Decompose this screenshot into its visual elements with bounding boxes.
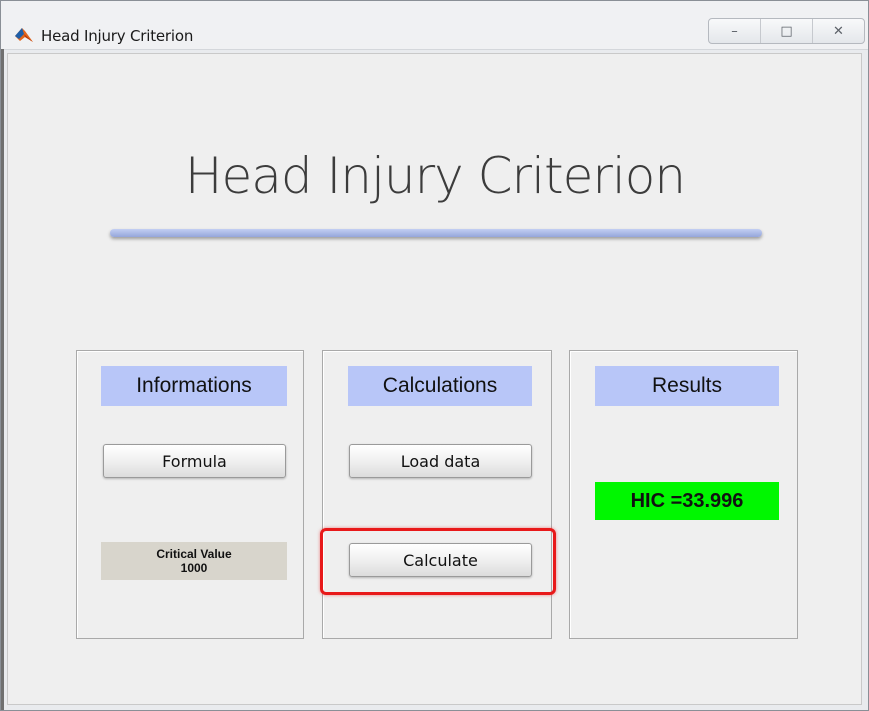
- load-data-button[interactable]: Load data: [349, 444, 532, 478]
- matlab-icon: [15, 28, 33, 42]
- page-title: Head Injury Criterion: [184, 147, 686, 205]
- results-panel: Results HIC =33.996: [569, 350, 798, 639]
- close-button[interactable]: ✕: [812, 19, 864, 43]
- informations-panel-title: Informations: [101, 366, 287, 406]
- formula-button[interactable]: Formula: [103, 444, 286, 478]
- title-underline: [110, 229, 762, 237]
- critical-value-label: Critical Value: [156, 547, 232, 561]
- window-title: Head Injury Criterion: [41, 27, 194, 45]
- results-panel-title: Results: [595, 366, 779, 406]
- critical-value-display: Critical Value 1000: [101, 542, 287, 580]
- informations-panel: Informations Formula Critical Value 1000: [76, 350, 304, 639]
- calculations-panel-title: Calculations: [348, 366, 532, 406]
- hic-result: HIC =33.996: [595, 482, 779, 520]
- critical-value-number: 1000: [180, 561, 208, 575]
- window-left-border: [1, 49, 4, 710]
- calculations-panel: Calculations Load data Calculate: [322, 350, 552, 639]
- title-bar[interactable]: Head Injury Criterion – □ ✕: [1, 1, 868, 50]
- window-controls: – □ ✕: [708, 18, 865, 44]
- calculate-highlight: [320, 528, 556, 595]
- minimize-button[interactable]: –: [709, 19, 760, 43]
- maximize-button[interactable]: □: [760, 19, 812, 43]
